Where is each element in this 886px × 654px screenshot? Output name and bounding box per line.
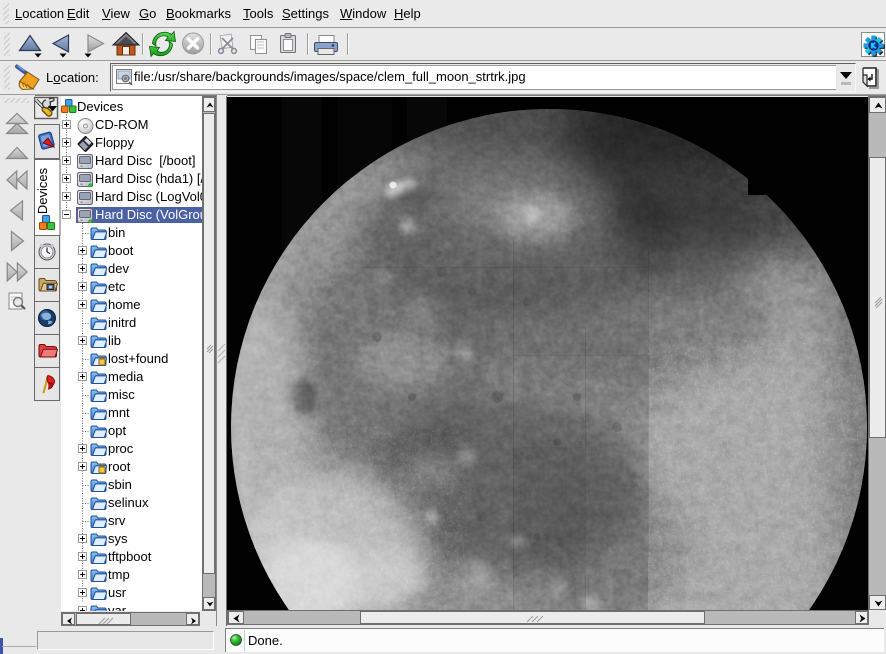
svg-text:Devices: Devices xyxy=(35,167,50,214)
